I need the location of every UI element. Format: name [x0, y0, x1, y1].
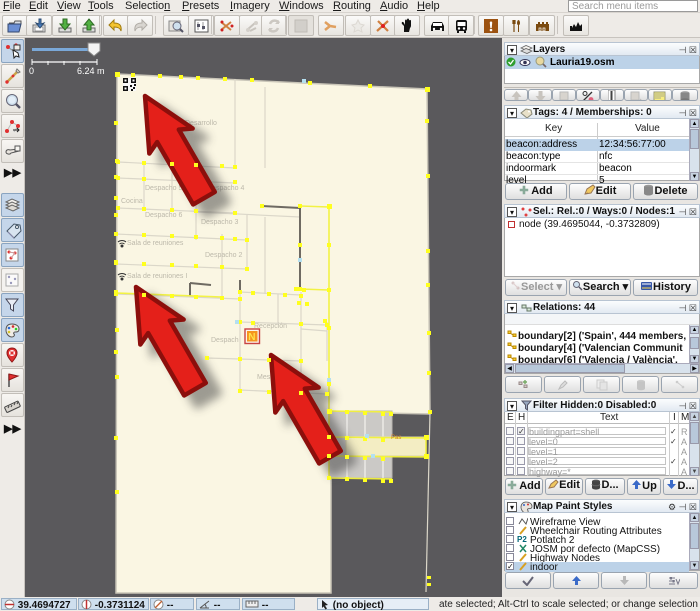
svg-text:N: N: [248, 332, 255, 343]
svg-text:Despach: Despach: [211, 337, 239, 344]
svg-text:Despacho 6: Despacho 6: [145, 212, 182, 219]
svg-text:Despacho 3: Despacho 3: [201, 219, 238, 226]
svg-text:Sala de reuniones I: Sala de reuniones I: [127, 273, 187, 280]
svg-text:Pas: Pas: [391, 435, 401, 441]
svg-text:Cocina: Cocina: [121, 198, 143, 205]
svg-text:Despacho 5: Despacho 5: [145, 185, 182, 192]
svg-text:Sala de reuniones: Sala de reuniones: [127, 240, 184, 247]
svg-text:Despacho 2: Despacho 2: [205, 252, 242, 259]
svg-text:6.24 m: 6.24 m: [77, 66, 105, 76]
svg-text:0: 0: [29, 66, 34, 76]
svg-text:Mes: Mes: [257, 374, 271, 381]
